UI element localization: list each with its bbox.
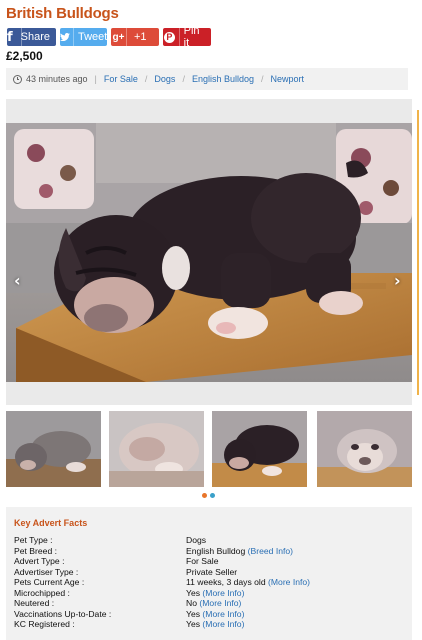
thumbnail-1[interactable] [6, 411, 101, 487]
thumbnail-2-image [109, 411, 204, 487]
clock-icon [13, 74, 22, 84]
fact-value-text: For Sale [186, 556, 219, 566]
fact-value-text: Private Seller [186, 566, 238, 577]
facebook-share-label: Share [20, 31, 51, 43]
fact-row: Pet Breed : English Bulldog (Breed Info) [14, 546, 404, 557]
facts-list: Pet Type : Dogs Pet Breed : English Bulldog… [14, 535, 404, 630]
share-buttons: f Share Tweet g+ +1 P Pin it [7, 28, 211, 46]
fact-row: Pet Type : Dogs [14, 535, 404, 546]
twitter-tweet-button[interactable]: Tweet [60, 28, 107, 46]
pagination-dot-1[interactable] [202, 493, 207, 498]
fact-info-link[interactable]: (More Info) [202, 588, 244, 598]
fact-value-text: Yes [186, 619, 201, 629]
fact-label: Microchipped : [14, 587, 70, 598]
breadcrumb-separator: / [261, 74, 264, 84]
fact-value: For Sale [186, 556, 218, 567]
google-plus-label: +1 [134, 31, 147, 43]
fact-row: Advertiser Type : Private Seller [14, 567, 404, 578]
thumbnail-4[interactable] [317, 411, 412, 487]
breadcrumb-separator: | [94, 74, 97, 84]
facts-heading: Key Advert Facts [14, 518, 88, 528]
google-plus-icon: g+ [112, 31, 125, 43]
bulldog-puppy-photo [6, 123, 412, 382]
main-photo[interactable]: ‹ › [6, 123, 412, 382]
pinterest-pin-button[interactable]: P Pin it [163, 28, 211, 46]
fact-info-link[interactable]: (More Info) [199, 598, 241, 608]
thumbnail-strip [6, 411, 412, 487]
fact-info-link[interactable]: (More Info) [202, 609, 244, 619]
pinterest-icon: P [163, 28, 176, 46]
scrollbar[interactable] [417, 110, 419, 395]
breadcrumb-newport[interactable]: Newport [271, 74, 305, 84]
fact-info-link[interactable]: (More Info) [268, 577, 310, 587]
fact-row: KC Registered : Yes (More Info) [14, 619, 404, 630]
thumbnail-2[interactable] [109, 411, 204, 487]
fact-value: Dogs [186, 535, 206, 546]
fact-label: Pet Type : [14, 535, 53, 545]
fact-row: Pets Current Age : 11 weeks, 3 days old (… [14, 577, 404, 588]
fact-label: Pet Breed : [14, 545, 57, 556]
fact-value-text: 11 weeks, 3 days old [186, 577, 266, 587]
breadcrumb: 43 minutes ago | For Sale / Dogs / Engli… [6, 68, 408, 90]
previous-photo-arrow[interactable]: ‹ [14, 271, 21, 290]
twitter-tweet-label: Tweet [78, 31, 107, 43]
fact-value: English Bulldog (Breed Info) [186, 546, 293, 557]
thumbnail-1-image [6, 411, 101, 487]
fact-value-text: No [186, 598, 197, 608]
fact-label: KC Registered : [14, 619, 75, 629]
thumbnail-3-image [212, 411, 307, 487]
fact-label: Advert Type : [14, 556, 65, 566]
fact-row: Microchipped : Yes (More Info) [14, 588, 404, 599]
fact-value-text: Yes [186, 608, 201, 619]
fact-info-link[interactable]: (Breed Info) [248, 546, 293, 556]
fact-value: 11 weeks, 3 days old (More Info) [186, 577, 310, 588]
fact-value: No (More Info) [186, 598, 241, 609]
fact-label: Advertiser Type : [14, 566, 79, 577]
fact-label: Neutered : [14, 598, 55, 608]
breadcrumb-for-sale[interactable]: For Sale [104, 74, 138, 84]
fact-value: Yes (More Info) [186, 619, 244, 630]
fact-value-text: Yes [186, 587, 201, 598]
breadcrumb-english-bulldog[interactable]: English Bulldog [192, 74, 254, 84]
posted-time: 43 minutes ago [26, 74, 88, 84]
thumbnail-4-image [317, 411, 412, 487]
key-advert-facts: Key Advert Facts Pet Type : Dogs Pet Breed… [6, 507, 412, 640]
breadcrumb-separator: / [182, 74, 185, 84]
fact-value-text: English Bulldog [186, 545, 246, 556]
breadcrumb-separator: / [144, 74, 148, 84]
listing-title: British Bulldogs [6, 5, 119, 22]
fact-value-text: Dogs [186, 535, 207, 545]
gallery-pagination [202, 493, 215, 498]
fact-row: Advert Type : For Sale [14, 556, 404, 567]
fact-value: Yes (More Info) [186, 609, 244, 620]
pinterest-pin-label: Pin it [183, 28, 200, 46]
photo-gallery: ‹ › [6, 99, 412, 405]
fact-info-link[interactable]: (More Info) [202, 619, 244, 629]
thumbnail-3[interactable] [212, 411, 307, 487]
next-photo-arrow[interactable]: › [394, 271, 401, 290]
fact-row: Vaccinations Up-to-Date : Yes (More Info) [14, 609, 404, 620]
twitter-bird-icon [60, 28, 70, 46]
google-plus-button[interactable]: g+ +1 [111, 28, 159, 46]
fact-row: Neutered : No (More Info) [14, 598, 404, 609]
pagination-dot-2[interactable] [210, 493, 215, 498]
breadcrumb-dogs[interactable]: Dogs [154, 74, 175, 84]
fact-label: Pets Current Age : [14, 577, 85, 587]
fact-label: Vaccinations Up-to-Date : [14, 608, 112, 619]
fact-value: Private Seller [186, 567, 237, 578]
fact-value: Yes (More Info) [186, 588, 244, 599]
listing-price: £2,500 [6, 49, 43, 63]
facebook-share-button[interactable]: f Share [7, 28, 56, 46]
